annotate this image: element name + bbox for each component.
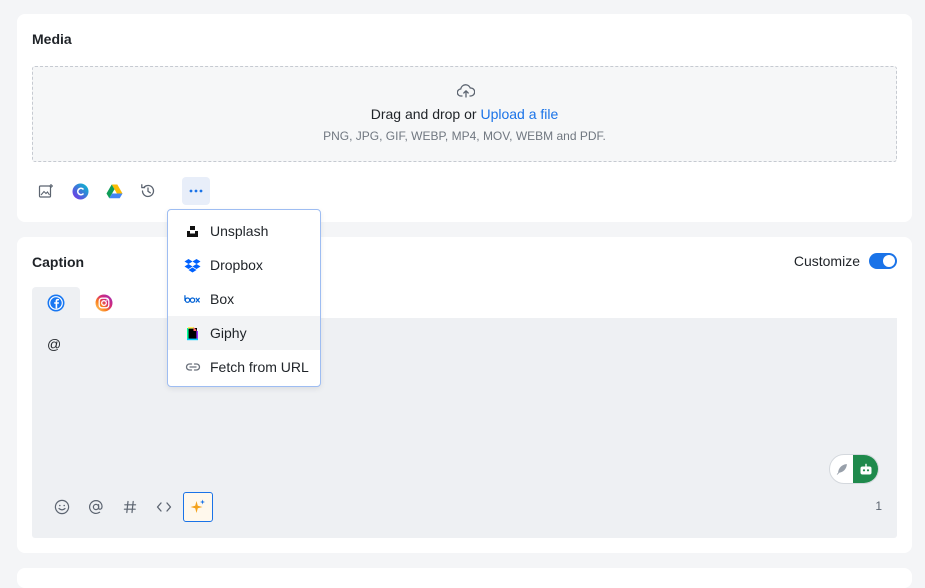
cloud-upload-icon [457,84,475,98]
media-card: Media Drag and drop or Upload a file PNG… [17,14,912,222]
menu-item-dropbox[interactable]: Dropbox [168,248,320,282]
code-button[interactable] [149,492,179,522]
image-library-icon [38,184,53,198]
box-icon [184,291,201,308]
writing-assist-button[interactable] [830,455,853,483]
dropzone-text: Drag and drop or [370,106,477,122]
canva-button[interactable] [66,177,94,205]
dropzone-formats: PNG, JPG, GIF, WEBP, MP4, MOV, WEBM and … [323,129,606,143]
ai-sparkle-icon [190,499,205,513]
dropbox-icon [184,257,201,274]
upload-file-link[interactable]: Upload a file [480,106,558,122]
link-icon [184,359,201,376]
canva-icon [72,183,88,199]
emoji-icon [54,499,70,515]
emoji-button[interactable] [47,492,77,522]
menu-item-fetch-url[interactable]: Fetch from URL [168,350,320,384]
menu-item-giphy[interactable]: Giphy [168,316,320,350]
media-title: Media [32,31,72,47]
history-button[interactable] [134,177,162,205]
image-library-button[interactable] [32,177,60,205]
feather-icon [836,463,847,475]
menu-item-unsplash[interactable]: Unsplash [168,214,320,248]
giphy-icon [184,325,201,342]
hashtag-icon [123,500,137,514]
instagram-icon [95,294,113,311]
next-card [17,568,912,588]
menu-item-label: Giphy [210,325,247,341]
media-dropzone[interactable]: Drag and drop or Upload a file PNG, JPG,… [32,66,897,162]
google-drive-button[interactable] [100,177,128,205]
media-sources-menu: Unsplash Dropbox Box Giphy Fetch from UR… [167,209,321,387]
caption-title: Caption [32,254,85,270]
tab-facebook[interactable] [32,287,80,318]
code-icon [156,502,172,512]
robot-icon [860,463,872,474]
menu-item-label: Box [210,291,235,307]
mention-icon [89,499,103,514]
character-count: 1 [875,499,882,513]
google-drive-icon [106,184,122,198]
dropzone-instructions: Drag and drop or Upload a file [33,106,896,122]
customize-toggle[interactable] [869,253,897,269]
unsplash-icon [184,223,201,240]
caption-card: Caption Customize @ 1 [17,237,912,553]
more-sources-button[interactable] [182,177,210,205]
menu-item-label: Fetch from URL [210,359,309,375]
menu-item-label: Dropbox [210,257,263,273]
mention-button[interactable] [81,492,111,522]
bot-assist-button[interactable] [853,455,878,483]
menu-item-label: Unsplash [210,223,269,239]
history-icon [141,184,155,198]
caption-text[interactable]: @ [47,336,61,352]
facebook-icon [47,294,65,311]
more-icon [189,189,203,193]
assistant-widget[interactable] [829,454,879,484]
customize-label: Customize [793,253,860,269]
customize-control: Customize [794,253,897,269]
caption-editor[interactable]: @ 1 [32,318,897,538]
ai-assistant-button[interactable] [183,492,213,522]
menu-item-box[interactable]: Box [168,282,320,316]
tab-instagram[interactable] [80,287,128,318]
hashtag-button[interactable] [115,492,145,522]
